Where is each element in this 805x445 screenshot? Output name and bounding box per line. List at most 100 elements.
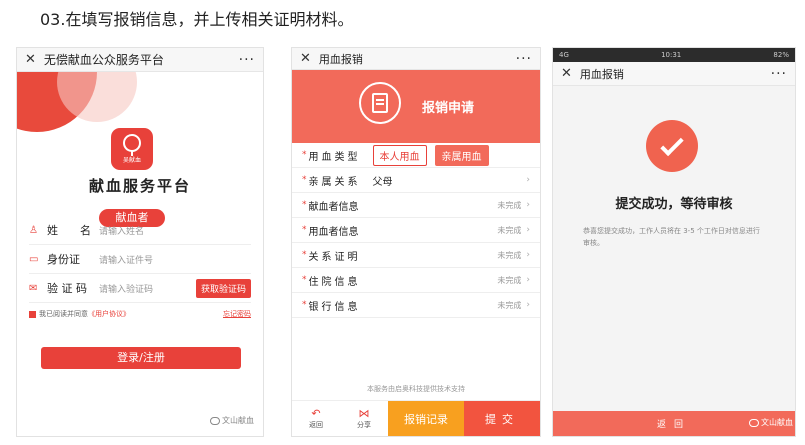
row-label: 用血者信息 [308, 226, 359, 238]
title-bar: ✕ 无偿献血公众服务平台 ··· [17, 48, 263, 72]
row-label: 关系证明 [308, 251, 361, 263]
field-label: 姓 名 [47, 224, 91, 237]
submit-button[interactable]: 提交 [464, 401, 540, 436]
watermark-text: 文山献血 [222, 416, 254, 425]
more-icon[interactable]: ··· [516, 51, 532, 67]
row-label: 住院信息 [308, 276, 361, 288]
field-label: 验 证 码 [47, 282, 87, 295]
required-mark: * [302, 275, 307, 285]
window-title: 用血报销 [318, 52, 363, 66]
tech-support-note: 本服务由启奥科技提供技术支持 [367, 385, 465, 393]
signal-text: 4G [559, 51, 569, 59]
window-title: 无偿献血公众服务平台 [43, 53, 164, 67]
forgot-password-link[interactable]: 忘记密码 [223, 309, 251, 319]
row-bank-info[interactable]: * 银行信息 未完成 › [292, 293, 540, 318]
code-field[interactable]: ✉ 验 证 码 请输入验证码 获取验证码 [29, 274, 251, 303]
row-label: 亲属关系 [308, 176, 361, 188]
chevron-right-icon: › [526, 175, 530, 185]
watermark: 文山献血 [749, 417, 793, 428]
close-icon[interactable]: ✕ [561, 66, 572, 81]
option-family-use[interactable]: 亲属用血 [434, 144, 489, 166]
row-donor-info[interactable]: * 献血者信息 未完成 › [292, 193, 540, 218]
row-status: 未完成 [497, 250, 522, 260]
chevron-right-icon: › [526, 300, 530, 310]
back-button[interactable]: ↶ 返回 [292, 401, 340, 436]
wechat-icon [210, 416, 220, 425]
row-label: 献血者信息 [308, 201, 359, 213]
logo-icon [123, 134, 141, 156]
close-icon[interactable]: ✕ [300, 51, 311, 66]
row-relation[interactable]: * 亲属关系 父母 › [292, 168, 540, 193]
chevron-right-icon: › [526, 250, 530, 260]
login-button[interactable]: 登录/注册 [41, 347, 241, 369]
row-relation-proof[interactable]: * 关系证明 未完成 › [292, 243, 540, 268]
row-blood-type: * 用血类型 本人用血 亲属用血 [292, 143, 540, 168]
watermark-text: 文山献血 [761, 418, 793, 427]
row-status: 未完成 [497, 300, 522, 310]
share-icon: ⋈ [358, 407, 370, 420]
check-icon [646, 120, 698, 172]
login-form: ♙ 姓 名 请输入姓名 ▭ 身份证 请输入证件号 ✉ 验 证 码 请输入验证码 … [29, 216, 251, 319]
platform-title: 献血服务平台 [88, 177, 191, 195]
name-input[interactable]: 请输入姓名 [99, 224, 251, 237]
form-rows: * 用血类型 本人用血 亲属用血 * 亲属关系 父母 › * 献血者信息 未完成… [292, 143, 540, 318]
success-description: 恭喜您提交成功，工作人员将在 3-5 个工作日对信息进行审核。 [583, 227, 760, 247]
required-mark: * [302, 200, 307, 210]
back-arrow-icon: ↶ [311, 407, 321, 420]
status-time: 10:31 [661, 51, 682, 59]
agreement-row: 我已阅读并同意 《用户协议》 忘记密码 [29, 309, 251, 319]
row-status: 未完成 [497, 200, 522, 210]
reimbursement-screen: ✕ 用血报销 ··· 报销申请 * 用血类型 本人用血 亲属用血 * 亲属关系 … [291, 47, 541, 437]
form-icon [359, 82, 401, 124]
id-card-icon: ▭ [29, 253, 39, 265]
required-mark: * [302, 225, 307, 235]
agree-text: 我已阅读并同意 [39, 310, 88, 318]
required-mark: * [302, 250, 307, 260]
banner: 报销申请 [292, 70, 540, 143]
field-label: 身份证 [47, 253, 80, 266]
more-icon[interactable]: ··· [239, 52, 255, 68]
row-recipient-info[interactable]: * 用血者信息 未完成 › [292, 218, 540, 243]
chevron-right-icon: › [526, 225, 530, 235]
row-value: 父母 [372, 176, 393, 188]
app-logo: 吴献血 [111, 128, 153, 170]
title-bar: ✕ 用血报销 ··· [292, 48, 540, 70]
bottom-bar: ↶ 返回 ⋈ 分享 报销记录 提交 [292, 400, 540, 436]
nav-label: 返回 [309, 421, 323, 429]
chevron-right-icon: › [526, 200, 530, 210]
chevron-right-icon: › [526, 275, 530, 285]
row-status: 未完成 [497, 225, 522, 235]
page-heading: 03.在填写报销信息，并上传相关证明材料。 [40, 10, 354, 29]
success-body: 提交成功，等待审核 恭喜您提交成功，工作人员将在 3-5 个工作日对信息进行审核… [553, 86, 795, 436]
required-mark: * [302, 150, 307, 160]
nav-label: 分享 [357, 421, 371, 429]
share-button[interactable]: ⋈ 分享 [340, 401, 388, 436]
id-input[interactable]: 请输入证件号 [99, 253, 251, 266]
banner-title: 报销申请 [422, 101, 475, 116]
more-icon[interactable]: ··· [771, 66, 787, 82]
title-bar: ✕ 用血报销 ··· [553, 62, 795, 86]
success-title: 提交成功，等待审核 [615, 197, 733, 212]
watermark: 文山献血 [210, 415, 254, 426]
name-field[interactable]: ♙ 姓 名 请输入姓名 [29, 216, 251, 245]
logo-text: 吴献血 [122, 157, 141, 164]
records-button[interactable]: 报销记录 [388, 401, 464, 436]
checkmark [660, 132, 684, 156]
close-icon[interactable]: ✕ [25, 52, 36, 67]
user-agreement-link[interactable]: 《用户协议》 [88, 309, 130, 319]
row-label: 银行信息 [308, 301, 361, 313]
required-mark: * [302, 175, 307, 185]
option-self-use[interactable]: 本人用血 [372, 144, 427, 166]
wechat-icon [749, 418, 759, 427]
envelope-icon: ✉ [29, 282, 38, 294]
code-input[interactable]: 请输入验证码 [99, 282, 196, 295]
user-icon: ♙ [29, 224, 38, 236]
get-code-button[interactable]: 获取验证码 [195, 278, 251, 298]
id-field[interactable]: ▭ 身份证 请输入证件号 [29, 245, 251, 274]
battery-text: 82% [773, 51, 789, 59]
document-icon [372, 93, 388, 113]
agree-checkbox[interactable] [29, 310, 36, 318]
row-hospital-info[interactable]: * 住院信息 未完成 › [292, 268, 540, 293]
row-label: 用血类型 [308, 151, 361, 163]
success-screen: 4G 10:31 82% ✕ 用血报销 ··· 提交成功，等待审核 恭喜您提交成… [552, 47, 796, 437]
